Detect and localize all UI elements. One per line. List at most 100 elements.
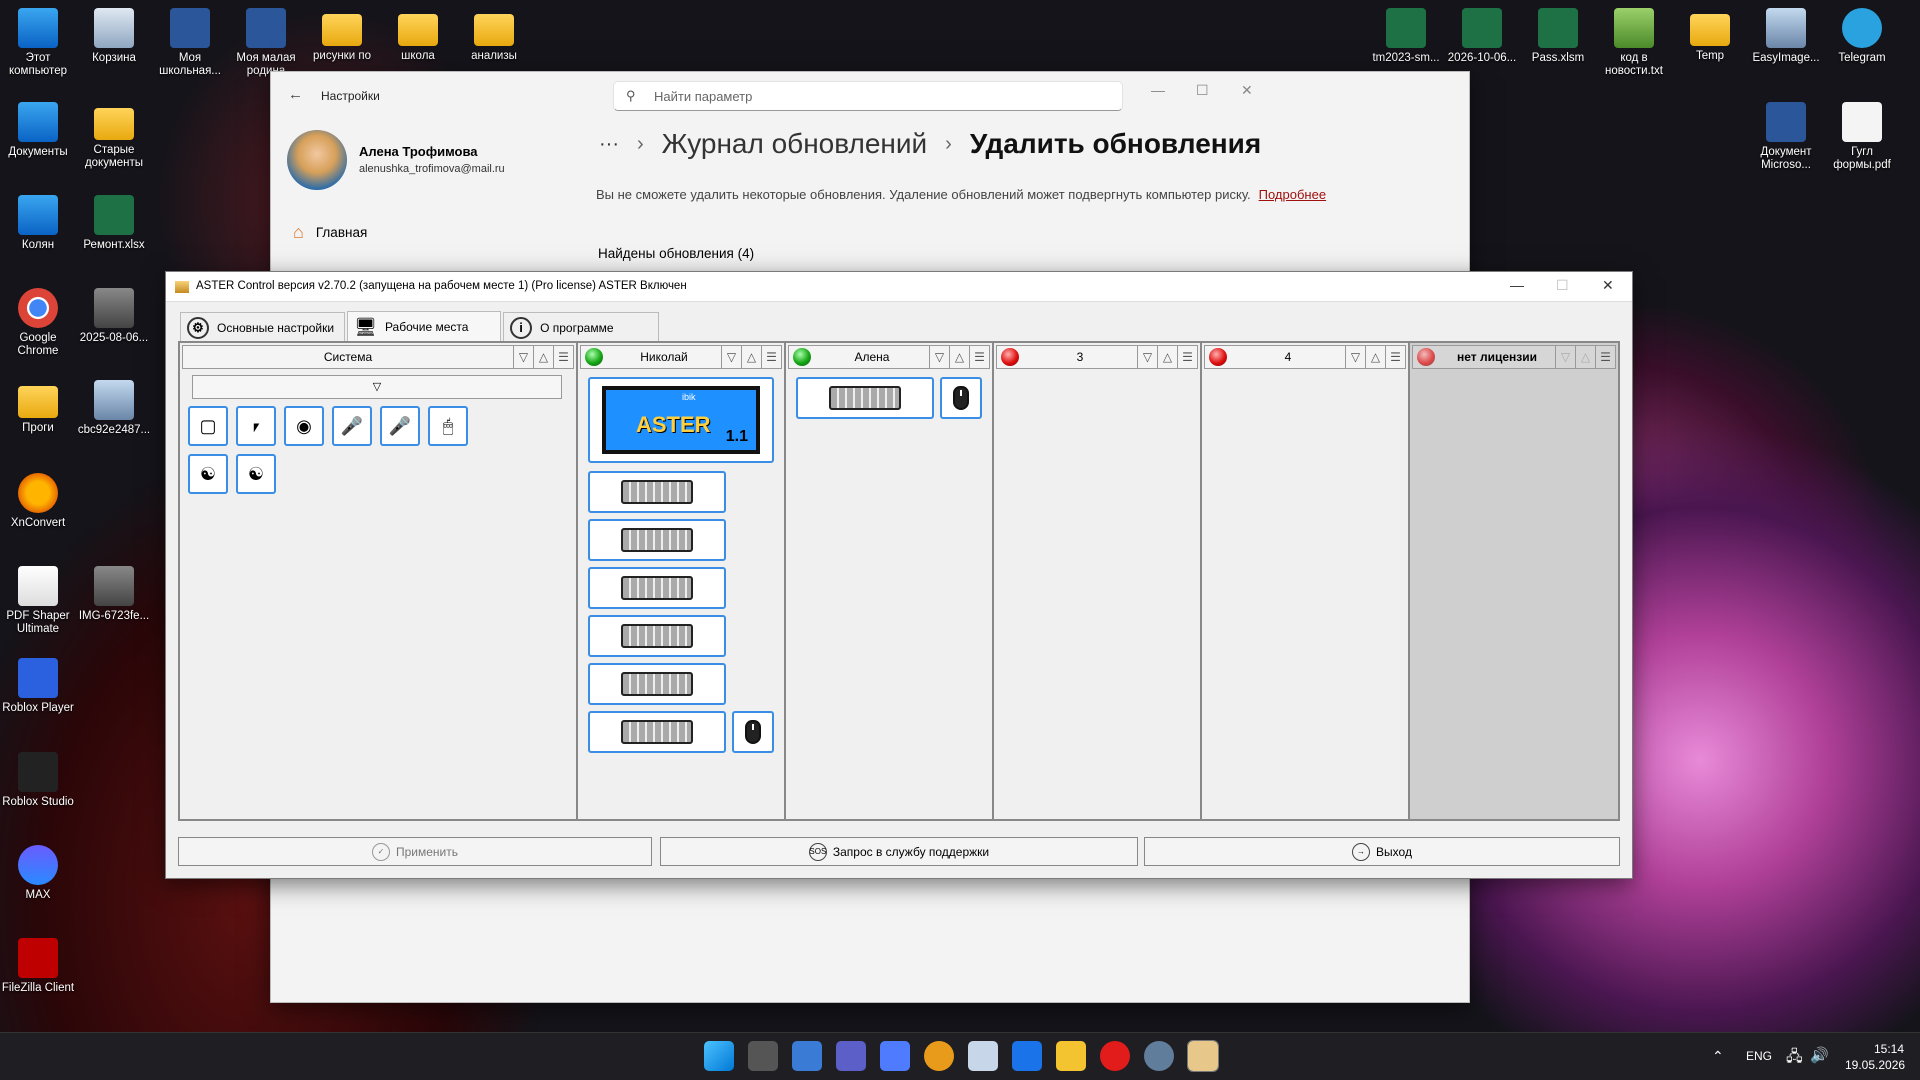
- search-input[interactable]: ⚲ Найти параметр: [613, 81, 1123, 111]
- minimize-icon[interactable]: —: [1510, 277, 1524, 293]
- start-icon[interactable]: [704, 1041, 734, 1071]
- sort-up-icon[interactable]: △: [1365, 346, 1385, 368]
- keyboard-device[interactable]: [588, 471, 726, 513]
- tab-main-settings[interactable]: ⚙ Основные настройки: [180, 312, 346, 342]
- device-microphone[interactable]: 🎤: [332, 406, 372, 446]
- monitor-device[interactable]: ibik ASTER 1.1: [588, 377, 774, 463]
- device-gpu[interactable]: ▢: [188, 406, 228, 446]
- back-arrow-icon[interactable]: ←: [288, 86, 303, 103]
- sort-down-icon[interactable]: ▽: [1137, 346, 1157, 368]
- desktop-shortcut[interactable]: Моя школьная...: [152, 8, 228, 78]
- desktop-shortcut[interactable]: Старые документы: [76, 102, 152, 170]
- tab-about[interactable]: i О программе: [503, 312, 660, 342]
- close-icon[interactable]: ✕: [1602, 277, 1614, 294]
- desktop-shortcut[interactable]: Моя малая родина: [228, 8, 304, 78]
- desktop-shortcut[interactable]: Telegram: [1824, 8, 1900, 65]
- max-icon[interactable]: [836, 1041, 866, 1071]
- desktop-shortcut[interactable]: 2026-10-06...: [1444, 8, 1520, 65]
- breadcrumb-history[interactable]: Журнал обновлений: [662, 128, 927, 160]
- desktop-shortcut[interactable]: Roblox Player: [0, 658, 76, 715]
- desktop-shortcut[interactable]: Ремонт.xlsx: [76, 195, 152, 252]
- keyboard-device[interactable]: [588, 519, 726, 561]
- roblox-icon[interactable]: [880, 1041, 910, 1071]
- language-indicator[interactable]: ENG: [1746, 1049, 1772, 1063]
- menu-icon[interactable]: ☰: [553, 346, 573, 368]
- task-view-icon[interactable]: [748, 1041, 778, 1071]
- exit-button[interactable]: → Выход: [1144, 837, 1620, 866]
- desktop-shortcut[interactable]: Этот компьютер: [0, 8, 76, 78]
- device-speaker[interactable]: ◉: [284, 406, 324, 446]
- system-dropdown[interactable]: ▽: [192, 375, 562, 399]
- close-icon[interactable]: ✕: [1241, 82, 1253, 99]
- device-usb-mouse[interactable]: 🖱: [428, 406, 468, 446]
- desktop-shortcut[interactable]: tm2023-sm...: [1368, 8, 1444, 65]
- apply-button[interactable]: ✓ Применить: [178, 837, 652, 866]
- desktop-shortcut[interactable]: Проги: [0, 380, 76, 435]
- volume-icon[interactable]: 🔊: [1810, 1046, 1829, 1064]
- more-link[interactable]: Подробнее: [1259, 187, 1326, 202]
- sort-up-icon[interactable]: △: [1157, 346, 1177, 368]
- desktop-shortcut[interactable]: код в новости.txt: [1596, 8, 1672, 78]
- sort-up-icon[interactable]: △: [949, 346, 969, 368]
- keyboard-device[interactable]: [588, 663, 726, 705]
- store-icon[interactable]: [792, 1041, 822, 1071]
- aster-taskbar-icon[interactable]: [1187, 1040, 1219, 1072]
- mouse-device[interactable]: [940, 377, 982, 419]
- desktop-shortcut[interactable]: школа: [380, 8, 456, 63]
- desktop-shortcut[interactable]: Корзина: [76, 8, 152, 65]
- desktop-shortcut[interactable]: cbc92e2487...: [76, 380, 152, 437]
- desktop-shortcut[interactable]: MAX: [0, 845, 76, 902]
- keyboard-device[interactable]: [796, 377, 934, 419]
- menu-icon[interactable]: ☰: [1177, 346, 1197, 368]
- chevron-up-icon[interactable]: ⌃: [1712, 1048, 1724, 1065]
- network-icon[interactable]: 🖧: [1786, 1046, 1803, 1071]
- sort-down-icon[interactable]: ▽: [721, 346, 741, 368]
- desktop-shortcut[interactable]: IMG-6723fe...: [76, 566, 152, 623]
- desktop-shortcut[interactable]: FileZilla Client: [0, 938, 76, 995]
- desktop-shortcut[interactable]: Temp: [1672, 8, 1748, 63]
- clock-time[interactable]: 15:14: [1874, 1042, 1904, 1056]
- desktop-shortcut[interactable]: Гугл формы.pdf: [1824, 102, 1900, 172]
- device-usb-hub[interactable]: ☯: [188, 454, 228, 494]
- desktop-shortcut[interactable]: анализы: [456, 8, 532, 63]
- pdf-shaper-icon[interactable]: [968, 1041, 998, 1071]
- desktop-shortcut[interactable]: Колян: [0, 195, 76, 252]
- sort-down-icon[interactable]: ▽: [1345, 346, 1365, 368]
- desktop-shortcut[interactable]: Документы: [0, 102, 76, 159]
- xnconvert-icon[interactable]: [924, 1041, 954, 1071]
- mouse-device[interactable]: [732, 711, 774, 753]
- minimize-icon[interactable]: —: [1151, 82, 1165, 98]
- desktop-shortcut[interactable]: XnConvert: [0, 473, 76, 530]
- menu-icon[interactable]: ☰: [1385, 346, 1405, 368]
- desktop-shortcut[interactable]: рисунки по: [304, 8, 380, 63]
- device-usb-hub[interactable]: ☯: [236, 454, 276, 494]
- desktop-shortcut[interactable]: EasyImage...: [1748, 8, 1824, 65]
- desktop-shortcut[interactable]: Pass.xlsm: [1520, 8, 1596, 65]
- file-explorer-icon[interactable]: [1056, 1041, 1086, 1071]
- keyboard-device[interactable]: [588, 615, 726, 657]
- sort-down-icon[interactable]: ▽: [929, 346, 949, 368]
- device-microphone[interactable]: 🎤: [380, 406, 420, 446]
- settings-gear-icon[interactable]: [1144, 1041, 1174, 1071]
- keyboard-device[interactable]: [588, 567, 726, 609]
- clock-date[interactable]: 19.05.2026: [1845, 1058, 1905, 1072]
- desktop-shortcut[interactable]: 2025-08-06...: [76, 288, 152, 345]
- yandex-browser-icon[interactable]: [1100, 1041, 1130, 1071]
- desktop-shortcut[interactable]: Документ Microso...: [1748, 102, 1824, 172]
- menu-icon[interactable]: ☰: [1595, 346, 1615, 368]
- tab-workplaces[interactable]: 🖥 Рабочие места: [347, 311, 502, 342]
- menu-icon[interactable]: ☰: [969, 346, 989, 368]
- maximize-icon[interactable]: ☐: [1196, 82, 1209, 99]
- breadcrumb-more[interactable]: ···: [599, 133, 619, 156]
- todo-icon[interactable]: [1012, 1041, 1042, 1071]
- sort-down-icon[interactable]: ▽: [513, 346, 533, 368]
- support-button[interactable]: SOS Запрос в службу поддержки: [660, 837, 1138, 866]
- sort-up-icon[interactable]: △: [533, 346, 553, 368]
- menu-icon[interactable]: ☰: [761, 346, 781, 368]
- device-usb[interactable]: ⎖: [236, 406, 276, 446]
- nav-item-home[interactable]: ⌂ Главная: [293, 222, 367, 243]
- desktop-shortcut[interactable]: Google Chrome: [0, 288, 76, 358]
- desktop-shortcut[interactable]: Roblox Studio: [0, 752, 76, 809]
- sort-up-icon[interactable]: △: [741, 346, 761, 368]
- keyboard-device[interactable]: [588, 711, 726, 753]
